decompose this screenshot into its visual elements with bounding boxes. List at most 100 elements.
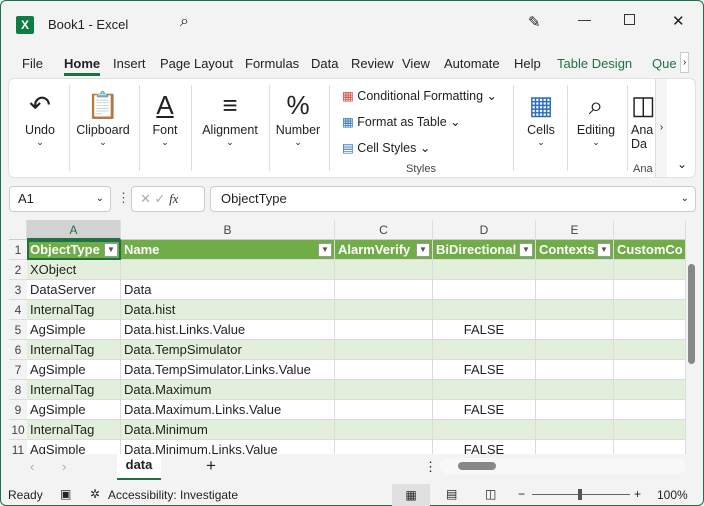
table-cell[interactable]: [335, 400, 433, 420]
table-cell[interactable]: [536, 440, 614, 454]
table-cell[interactable]: [335, 260, 433, 280]
normal-view-icon[interactable]: ▦: [392, 484, 430, 506]
name-box[interactable]: A1 ⌄: [9, 186, 111, 212]
row-header[interactable]: 10: [9, 420, 27, 440]
row-header[interactable]: 1: [9, 240, 27, 260]
filter-dropdown-icon[interactable]: ▼: [104, 243, 118, 257]
table-cell[interactable]: [433, 380, 536, 400]
table-cell[interactable]: AgSimple: [27, 320, 121, 340]
table-cell[interactable]: [335, 380, 433, 400]
table-cell[interactable]: [335, 440, 433, 454]
filter-dropdown-icon[interactable]: ▼: [597, 243, 611, 257]
zoom-level[interactable]: 100%: [657, 488, 688, 502]
tabs-scroll-right[interactable]: ›: [680, 52, 690, 73]
column-header-e[interactable]: E: [536, 220, 614, 240]
table-cell[interactable]: Data.hist.Links.Value: [121, 320, 335, 340]
table-cell[interactable]: [536, 320, 614, 340]
column-header-f[interactable]: [614, 220, 686, 240]
table-cell[interactable]: Data: [121, 280, 335, 300]
table-cell[interactable]: [614, 320, 686, 340]
table-cell[interactable]: InternalTag: [27, 300, 121, 320]
zoom-slider[interactable]: [532, 489, 630, 500]
tab-view[interactable]: View: [402, 56, 430, 71]
undo-button[interactable]: ↶ Undo ⌄: [19, 87, 61, 148]
table-cell[interactable]: [536, 280, 614, 300]
tab-review[interactable]: Review: [351, 56, 394, 71]
cancel-icon[interactable]: ✕: [140, 191, 151, 206]
table-cell[interactable]: AgSimple: [27, 360, 121, 380]
table-cell[interactable]: [536, 340, 614, 360]
ribbon-collapse-button[interactable]: ⌄: [677, 157, 687, 171]
table-cell[interactable]: FALSE: [433, 360, 536, 380]
table-cell[interactable]: Data.Maximum.Links.Value: [121, 400, 335, 420]
search-icon[interactable]: ⌕: [180, 13, 189, 31]
macro-recording-icon[interactable]: ▣: [60, 487, 71, 501]
table-cell[interactable]: AgSimple: [27, 400, 121, 420]
tab-formulas[interactable]: Formulas: [245, 56, 299, 71]
tab-page-layout[interactable]: Page Layout: [160, 56, 233, 71]
table-cell[interactable]: [536, 260, 614, 280]
table-cell[interactable]: [536, 420, 614, 440]
clipboard-button[interactable]: 📋 Clipboard ⌄: [73, 87, 133, 148]
row-header[interactable]: 9: [9, 400, 27, 420]
tab-help[interactable]: Help: [514, 56, 541, 71]
table-cell[interactable]: [614, 360, 686, 380]
vertical-scroll-thumb[interactable]: [688, 264, 695, 364]
table-cell[interactable]: DataServer: [27, 280, 121, 300]
table-cell[interactable]: [433, 300, 536, 320]
tab-table-design[interactable]: Table Design: [557, 56, 632, 71]
table-cell[interactable]: [536, 300, 614, 320]
minimize-button[interactable]: —: [578, 12, 591, 27]
table-cell[interactable]: FALSE: [433, 440, 536, 454]
table-cell[interactable]: [614, 420, 686, 440]
table-cell[interactable]: [433, 260, 536, 280]
table-cell[interactable]: [121, 260, 335, 280]
table-cell[interactable]: [335, 340, 433, 360]
sheet-tab-data[interactable]: data: [117, 454, 161, 480]
font-button[interactable]: A Font ⌄: [145, 87, 185, 148]
table-cell[interactable]: Data.hist: [121, 300, 335, 320]
accessibility-icon[interactable]: ✲: [90, 487, 100, 501]
table-header-cell[interactable]: Contexts ▼: [536, 240, 614, 260]
editing-button[interactable]: ⌕ Editing ⌄: [571, 87, 621, 148]
table-cell[interactable]: InternalTag: [27, 380, 121, 400]
maximize-button[interactable]: [624, 14, 635, 25]
table-cell[interactable]: [614, 340, 686, 360]
table-cell[interactable]: FALSE: [433, 320, 536, 340]
cell-styles-button[interactable]: ▤ Cell Styles ⌄: [342, 140, 430, 155]
row-header[interactable]: 4: [9, 300, 27, 320]
prev-sheet-icon[interactable]: ‹: [30, 459, 34, 474]
table-cell[interactable]: [536, 360, 614, 380]
tab-file[interactable]: File: [22, 56, 43, 71]
vertical-scrollbar[interactable]: [686, 220, 697, 454]
column-header-b[interactable]: B: [121, 220, 335, 240]
select-all-button[interactable]: [9, 220, 27, 240]
table-cell[interactable]: [335, 420, 433, 440]
page-layout-view-icon[interactable]: ▤: [446, 487, 457, 501]
analyze-data-button[interactable]: ◫ Ana Da: [631, 87, 655, 151]
table-cell[interactable]: [536, 380, 614, 400]
table-cell[interactable]: [335, 300, 433, 320]
table-cell[interactable]: [536, 400, 614, 420]
conditional-formatting-button[interactable]: ▦ Conditional Formatting ⌄: [342, 88, 497, 103]
table-cell[interactable]: InternalTag: [27, 340, 121, 360]
column-header-c[interactable]: C: [335, 220, 433, 240]
alignment-button[interactable]: ≡ Alignment ⌄: [197, 87, 263, 148]
row-header[interactable]: 2: [9, 260, 27, 280]
table-cell[interactable]: Data.TempSimulator: [121, 340, 335, 360]
table-cell[interactable]: [335, 360, 433, 380]
table-header-cell[interactable]: Name ▼: [121, 240, 335, 260]
horizontal-scroll-thumb[interactable]: [458, 462, 496, 470]
tab-data[interactable]: Data: [311, 56, 338, 71]
table-cell[interactable]: Data.Minimum.Links.Value: [121, 440, 335, 454]
table-cell[interactable]: [433, 280, 536, 300]
table-cell[interactable]: [614, 440, 686, 454]
filter-dropdown-icon[interactable]: ▼: [416, 243, 430, 257]
table-cell[interactable]: FALSE: [433, 400, 536, 420]
filter-dropdown-icon[interactable]: ▼: [318, 243, 332, 257]
row-header[interactable]: 6: [9, 340, 27, 360]
more-options-icon[interactable]: ⋮: [424, 459, 437, 475]
table-cell[interactable]: AgSimple: [27, 440, 121, 454]
table-cell[interactable]: [614, 280, 686, 300]
row-header[interactable]: 3: [9, 280, 27, 300]
